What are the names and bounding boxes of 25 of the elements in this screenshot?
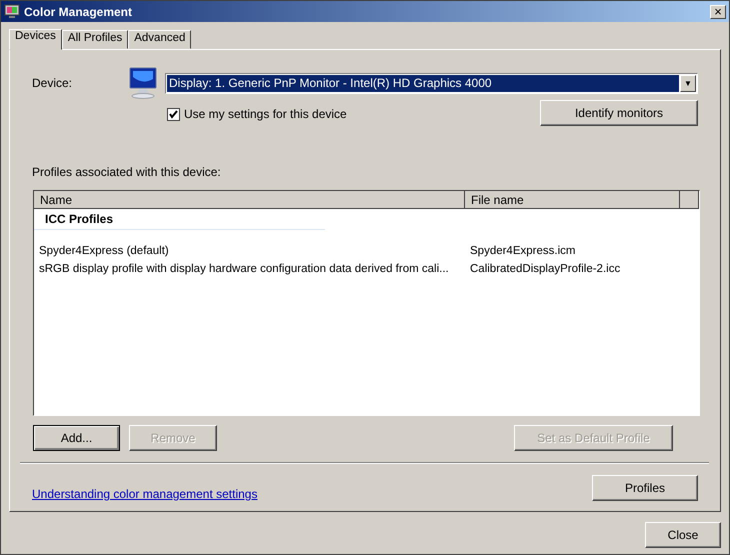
group-header: ICC Profiles <box>34 209 325 230</box>
table-cell-text: sRGB display profile with display hardware configuration data derived from cali... <box>38 263 450 275</box>
device-label: Device: <box>32 76 74 90</box>
close-icon[interactable]: × <box>710 4 726 18</box>
checkbox-label: Use my settings for this device <box>184 107 347 121</box>
identify-button[interactable]: Identify monitors <box>540 100 698 126</box>
help-link[interactable]: Understanding color management settings <box>32 487 258 501</box>
profiles-label: Profiles associated with this device: <box>32 165 222 181</box>
dropdown-value: Display: 1. Generic PnP Monitor - Intel(R) HD Graphics 4000 <box>167 74 679 92</box>
tab[interactable]: Devices <box>9 29 62 50</box>
close-button[interactable]: Close <box>645 522 721 548</box>
checkbox[interactable] <box>167 108 180 120</box>
tab[interactable]: Advanced <box>128 30 192 49</box>
profiles-button[interactable]: Profiles <box>592 475 698 501</box>
device-dropdown[interactable]: Display: 1. Generic PnP Monitor - Intel(R) HD Graphics 4000 ▼ <box>165 72 698 94</box>
column-header[interactable]: Name <box>34 191 465 209</box>
table-cell-text: Spyder4Express.icm <box>469 245 576 257</box>
list-button[interactable]: Add... <box>33 425 120 451</box>
monitor-icon <box>4 4 20 19</box>
table-cell-text: Spyder4Express (default) <box>38 245 170 257</box>
monitor-icon <box>128 67 158 99</box>
window-title: Color Management <box>24 4 134 18</box>
column-header[interactable]: File name <box>465 191 680 209</box>
table-cell-text: CalibratedDisplayProfile-2.icc <box>469 263 620 275</box>
tab[interactable]: All Profiles <box>62 30 128 49</box>
